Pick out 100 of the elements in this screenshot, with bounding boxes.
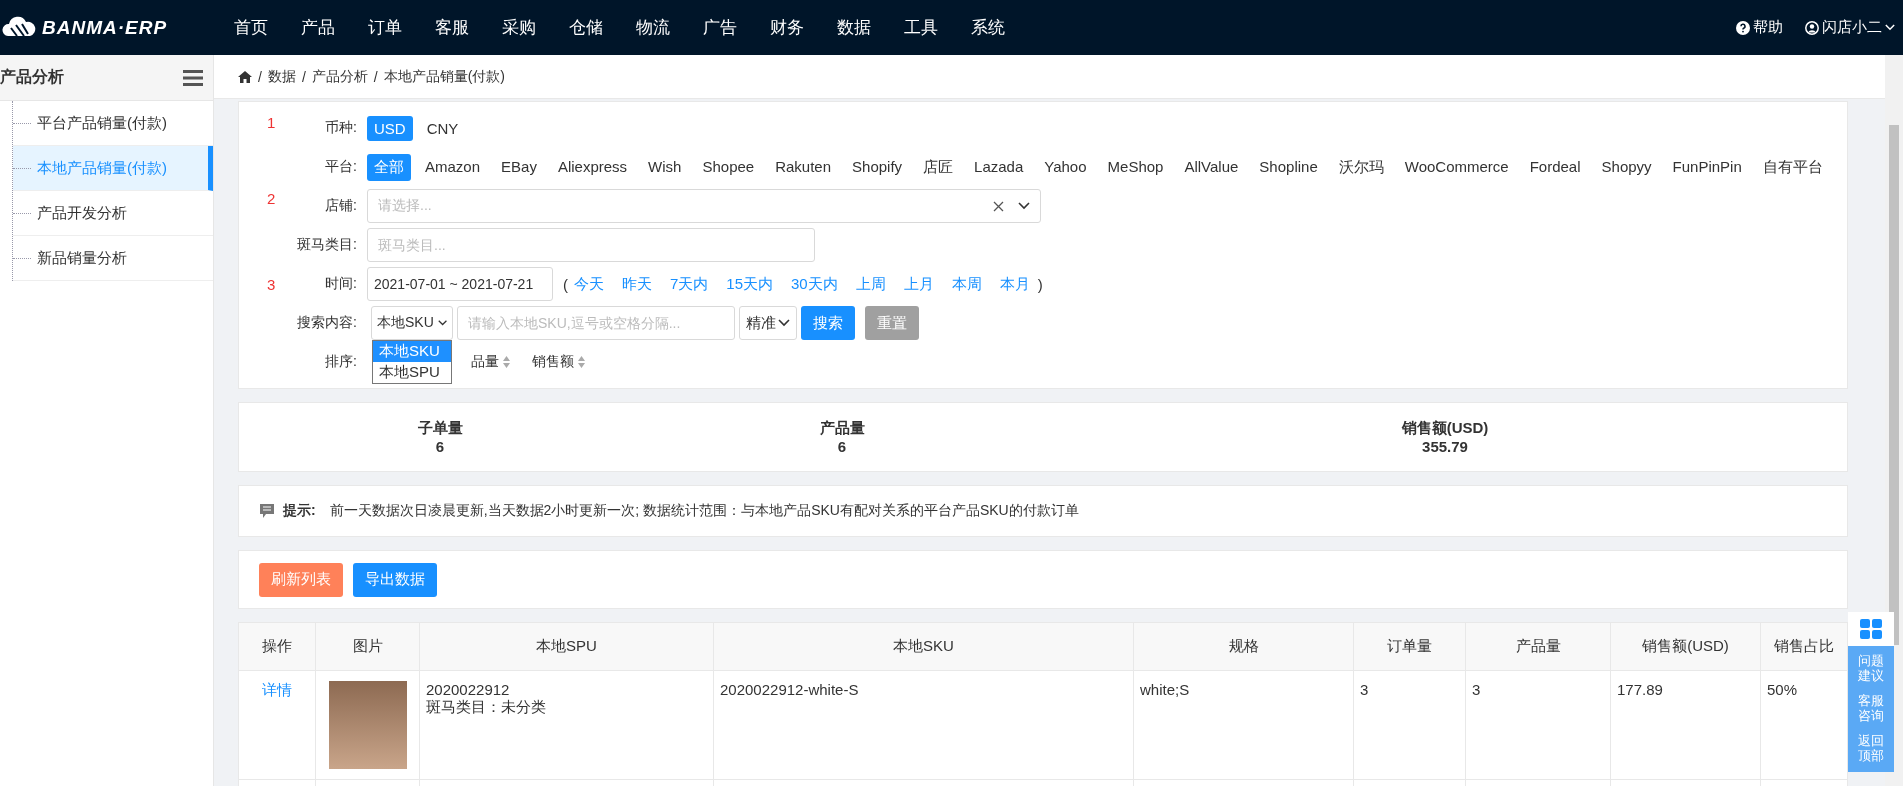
- comment-icon: [259, 503, 275, 519]
- sort-icon[interactable]: [503, 356, 510, 368]
- column-header: 本地SKU: [713, 622, 1134, 671]
- caret-icon: [1885, 24, 1895, 31]
- date-range-field[interactable]: 2021-07-01 ~ 2021-07-21: [367, 267, 553, 301]
- breadcrumb-item[interactable]: 产品分析: [311, 67, 368, 86]
- logo-text: BANMA·ERP: [42, 16, 168, 39]
- help-icon: [1736, 20, 1750, 35]
- help-link[interactable]: 帮助: [1736, 18, 1783, 37]
- filter-option[interactable]: 自有平台: [1755, 153, 1830, 181]
- field-label: 搜索内容:: [297, 314, 357, 330]
- annotation-number: 1: [267, 114, 276, 131]
- dropdown-option[interactable]: 本地SPU: [373, 362, 451, 383]
- nav-item[interactable]: 首页: [234, 16, 268, 39]
- filter-option[interactable]: Aliexpress: [550, 153, 635, 181]
- stat-value: 6: [435, 438, 445, 455]
- tip-title: 提示:: [283, 502, 316, 520]
- nav-item[interactable]: 系统: [971, 16, 1005, 39]
- filter-option[interactable]: EBay: [494, 153, 544, 181]
- field-label: 店铺:: [325, 197, 357, 213]
- column-header: 销售额(USD): [1610, 622, 1761, 671]
- filter-option[interactable]: 店匠: [916, 153, 961, 181]
- caret-icon: [1018, 202, 1030, 210]
- filter-option[interactable]: Shopee: [695, 153, 762, 181]
- filter-option[interactable]: CNY: [419, 115, 466, 141]
- match-select[interactable]: 精准: [739, 306, 797, 340]
- sidebar-title: 产品分析: [0, 67, 64, 87]
- bracket-text: ): [1037, 275, 1043, 293]
- field-label: 排序:: [325, 353, 357, 369]
- nav-item[interactable]: 物流: [636, 16, 670, 39]
- stat-label: 子单量: [417, 419, 463, 438]
- filter-option[interactable]: Amazon: [418, 153, 488, 181]
- field-label: 币种:: [325, 119, 357, 135]
- sort-option[interactable]: 品量: [471, 353, 499, 371]
- table-cell: 2020022912-white-S: [713, 670, 1134, 780]
- user-menu[interactable]: 闪店小二: [1805, 18, 1895, 37]
- column-header: 操作: [238, 622, 316, 671]
- breadcrumb-separator: /: [373, 68, 378, 85]
- table-cell-text: 斑马类目：未分类: [426, 698, 547, 717]
- bracket-text: (: [563, 275, 568, 293]
- table-cell: 177.89: [1610, 670, 1761, 780]
- filter-option[interactable]: Yahoo: [1037, 153, 1094, 181]
- annotation-number: 2: [267, 190, 276, 207]
- filter-option[interactable]: 沃尔玛: [1331, 153, 1391, 181]
- breadcrumb-item[interactable]: 数据: [267, 67, 296, 86]
- nav-item[interactable]: 仓储: [569, 16, 603, 39]
- nav-item[interactable]: 数据: [837, 16, 871, 39]
- caret-icon: [437, 319, 447, 327]
- sidebar-item[interactable]: 产品开发分析: [13, 191, 213, 236]
- menu-icon[interactable]: [183, 69, 203, 86]
- column-header: 规格: [1133, 622, 1354, 671]
- filter-option[interactable]: AllValue: [1177, 153, 1246, 181]
- field-label: 斑马类目:: [297, 236, 357, 252]
- nav-item[interactable]: 工具: [904, 16, 938, 39]
- filter-option[interactable]: Shopify: [845, 153, 910, 181]
- field-label: 平台:: [325, 158, 357, 174]
- filter-option[interactable]: WooCommerce: [1397, 153, 1516, 181]
- sidebar-item[interactable]: 新品销量分析: [13, 236, 213, 281]
- nav-item[interactable]: 采购: [502, 16, 536, 39]
- column-header: 产品量: [1465, 622, 1611, 671]
- table-cell: 50%: [1760, 670, 1848, 780]
- stat-label: 产品量: [819, 419, 865, 438]
- table-cell: white;S: [1133, 670, 1354, 780]
- column-header: 本地SPU: [419, 622, 714, 671]
- nav-item[interactable]: 订单: [368, 16, 402, 39]
- nav-item[interactable]: 客服: [435, 16, 469, 39]
- filter-option[interactable]: Rakuten: [768, 153, 839, 181]
- home-icon[interactable]: [238, 70, 252, 83]
- tip-text: 前一天数据次日凌晨更新,当天数据2小时更新一次; 数据统计范围：与本地产品SKU有配对关系的平台产品SKU的付款订单: [329, 502, 1079, 520]
- stat-value: 355.79: [1422, 438, 1468, 455]
- caret-icon: [778, 319, 790, 327]
- filter-option[interactable]: Shopyy: [1594, 153, 1659, 181]
- nav-item[interactable]: 广告: [703, 16, 737, 39]
- filter-option[interactable]: Lazada: [967, 153, 1031, 181]
- grid-icon[interactable]: [1860, 619, 1882, 639]
- annotation-number: 3: [267, 276, 276, 293]
- nav-item[interactable]: 财务: [770, 16, 804, 39]
- stat-label: 销售额(USD): [1401, 419, 1489, 438]
- column-header: 销售占比: [1760, 622, 1848, 671]
- sort-option[interactable]: 销售额: [532, 353, 574, 371]
- stat-value: 6: [837, 438, 847, 455]
- filter-option[interactable]: Shopline: [1252, 153, 1325, 181]
- sort-icon[interactable]: [578, 356, 585, 368]
- nav-item[interactable]: 产品: [301, 16, 335, 39]
- table-cell: 3: [1465, 670, 1611, 780]
- filter-option[interactable]: MeShop: [1100, 153, 1171, 181]
- field-label: 时间:: [325, 275, 357, 291]
- search-field[interactable]: 请输入本地SKU,逗号或空格分隔...: [457, 306, 735, 340]
- table-cell-text: 2020022912: [426, 681, 511, 698]
- user-icon: [1805, 20, 1819, 35]
- clear-icon[interactable]: [993, 200, 1004, 212]
- column-header: 图片: [315, 622, 420, 671]
- filter-option[interactable]: Wish: [641, 153, 689, 181]
- category-field[interactable]: 斑马类目...: [367, 228, 815, 262]
- breadcrumb-item[interactable]: 本地产品销量(付款): [383, 67, 505, 86]
- table-cell: 3: [1353, 670, 1466, 780]
- breadcrumb-separator: /: [301, 68, 306, 85]
- filter-option[interactable]: Fordeal: [1522, 153, 1588, 181]
- breadcrumb-separator: /: [258, 68, 262, 85]
- filter-option[interactable]: FunPinPin: [1665, 153, 1749, 181]
